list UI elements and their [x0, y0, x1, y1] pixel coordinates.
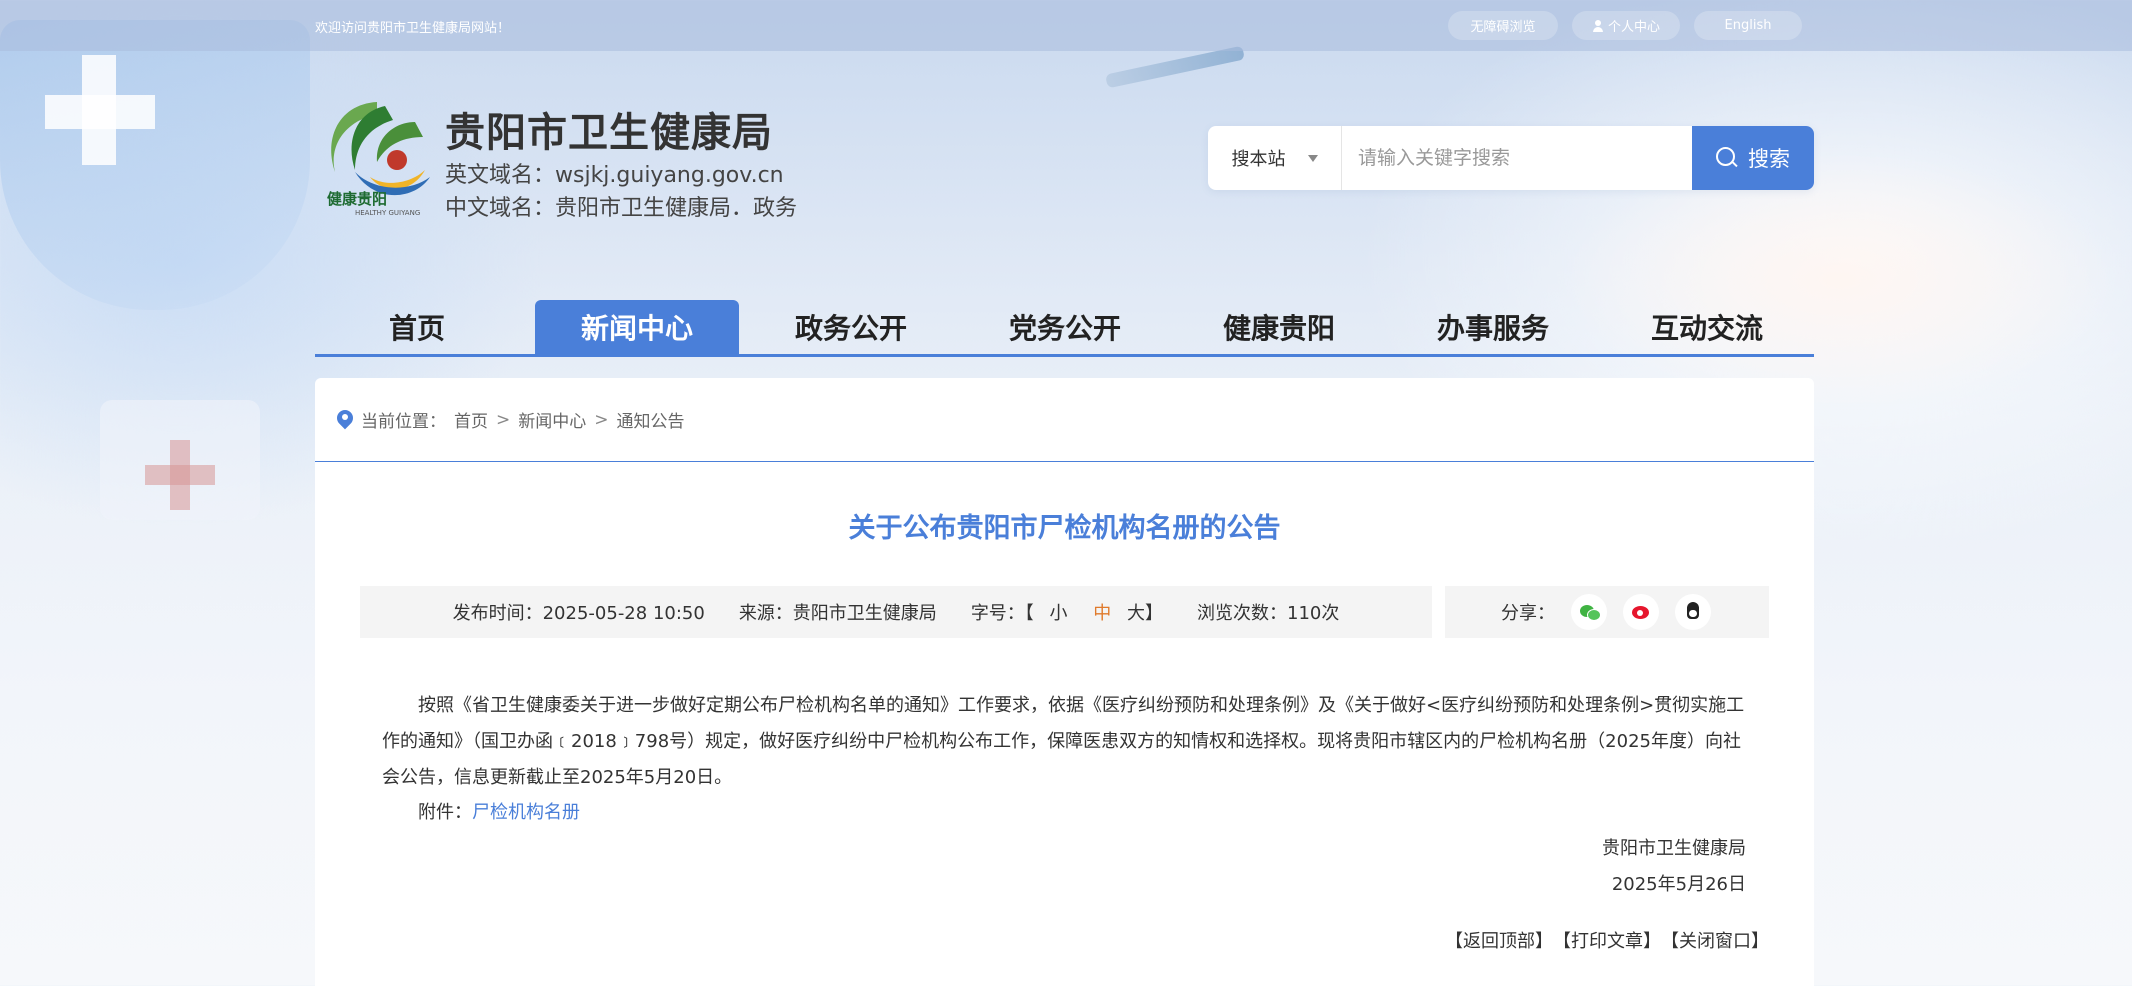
signature-org: 贵阳市卫生健康局 [1602, 838, 1746, 859]
wechat-icon[interactable] [1571, 594, 1607, 630]
weibo-icon[interactable] [1623, 594, 1659, 630]
nav-item-interaction[interactable]: 互动交流 [1605, 300, 1809, 354]
font-size-label: 字号：【 [970, 603, 1034, 624]
breadcrumb-separator: > [496, 409, 511, 430]
search-button-label: 搜索 [1748, 147, 1790, 171]
nav-item-services[interactable]: 办事服务 [1391, 300, 1595, 354]
close-window-link[interactable]: 【关闭窗口】 [1661, 927, 1769, 953]
background-red-cross-icon-bar [145, 465, 215, 485]
background-syringe-graphic [1105, 45, 1245, 89]
font-small-button[interactable]: 小 [1050, 603, 1068, 624]
accessible-browse-label: 无障碍浏览 [1470, 20, 1536, 35]
qq-icon[interactable] [1675, 594, 1711, 630]
nav-item-government-affairs[interactable]: 政务公开 [749, 300, 953, 354]
article-meta: 发布时间：2025-05-28 10:50 来源：贵阳市卫生健康局 字号：【 小… [360, 586, 1432, 638]
article-actions: 【返回顶部】 【打印文章】 【关闭窗口】 [1445, 927, 1769, 953]
font-size-control: 字号：【 小 中 大】 [971, 599, 1163, 625]
view-count: 浏览次数：110次 [1197, 603, 1340, 624]
search-button[interactable]: 搜索 [1692, 126, 1814, 190]
personal-center-label: 个人中心 [1607, 20, 1660, 35]
chinese-domain: 中文域名：贵阳市卫生健康局．政务 [445, 196, 798, 221]
background-cross-icon-bar [45, 95, 155, 129]
search-scope-label: 搜本站 [1231, 149, 1286, 170]
personal-center-button[interactable]: 个人中心 [1572, 11, 1680, 40]
article-paragraph: 按照《省卫生健康委关于进一步做好定期公布尸检机构名单的通知》工作要求，依据《医疗… [382, 695, 1745, 788]
location-pin-icon [337, 410, 353, 430]
accessible-browse-button[interactable]: 无障碍浏览 [1448, 11, 1558, 40]
breadcrumb-notices[interactable]: 通知公告 [617, 407, 685, 432]
nav-item-news-center[interactable]: 新闻中心 [535, 300, 739, 354]
background-shield-graphic [0, 20, 310, 310]
nav-item-healthy-guiyang[interactable]: 健康贵阳 [1177, 300, 1381, 354]
search-icon [1716, 147, 1738, 169]
person-icon [1592, 19, 1604, 32]
main-nav: 首页 新闻中心 政务公开 党务公开 健康贵阳 办事服务 互动交流 [315, 300, 1814, 357]
nav-item-party-affairs[interactable]: 党务公开 [963, 300, 1167, 354]
nav-item-home[interactable]: 首页 [315, 300, 519, 354]
breadcrumb-separator: > [594, 409, 609, 430]
site-logo[interactable]: 健康贵阳 HEALTHY GUIYANG [315, 92, 440, 217]
publish-time: 发布时间：2025-05-28 10:50 [452, 603, 705, 624]
signature-date: 2025年5月26日 [1611, 874, 1746, 895]
article-body: 按照《省卫生健康委关于进一步做好定期公布尸检机构名单的通知》工作要求，依据《医疗… [382, 688, 1752, 796]
logo-subtext: HEALTHY GUIYANG [355, 209, 420, 217]
english-button[interactable]: English [1694, 11, 1802, 40]
share-label: 分享： [1501, 603, 1555, 624]
top-bar: 欢迎访问贵阳市卫生健康局网站！ 无障碍浏览 个人中心 English [0, 0, 2132, 51]
search-bar: 搜本站 搜索 [1208, 126, 1814, 190]
print-article-link[interactable]: 【打印文章】 [1553, 927, 1661, 953]
breadcrumb-news-center[interactable]: 新闻中心 [518, 407, 586, 432]
article-title: 关于公布贵阳市尸检机构名册的公告 [848, 513, 1281, 544]
content-panel: 当前位置： 首页 > 新闻中心 > 通知公告 关于公布贵阳市尸检机构名册的公告 … [315, 378, 1814, 986]
site-title: 贵阳市卫生健康局 [445, 110, 773, 156]
attachment: 附件：尸检机构名册 [418, 798, 580, 824]
breadcrumb-prefix: 当前位置： [361, 412, 446, 432]
logo-text: 健康贵阳 [327, 190, 387, 208]
search-input[interactable] [1342, 126, 1700, 190]
back-to-top-link[interactable]: 【返回顶部】 [1445, 927, 1553, 953]
chevron-down-icon [1307, 154, 1318, 162]
breadcrumb-home[interactable]: 首页 [454, 407, 488, 432]
article-source: 来源：贵阳市卫生健康局 [738, 603, 937, 624]
welcome-text: 欢迎访问贵阳市卫生健康局网站！ [315, 21, 511, 36]
english-domain: 英文域名：wsjkj.guiyang.gov.cn [445, 163, 784, 188]
font-medium-button[interactable]: 中 [1093, 603, 1111, 624]
share-bar: 分享： [1445, 586, 1769, 638]
breadcrumb: 当前位置： 首页 > 新闻中心 > 通知公告 [315, 378, 1814, 462]
search-scope-select[interactable]: 搜本站 [1208, 126, 1342, 190]
font-large-button[interactable]: 大】 [1127, 603, 1163, 624]
attachment-label: 附件： [418, 802, 472, 823]
attachment-link[interactable]: 尸检机构名册 [472, 802, 580, 823]
english-label: English [1724, 18, 1772, 33]
